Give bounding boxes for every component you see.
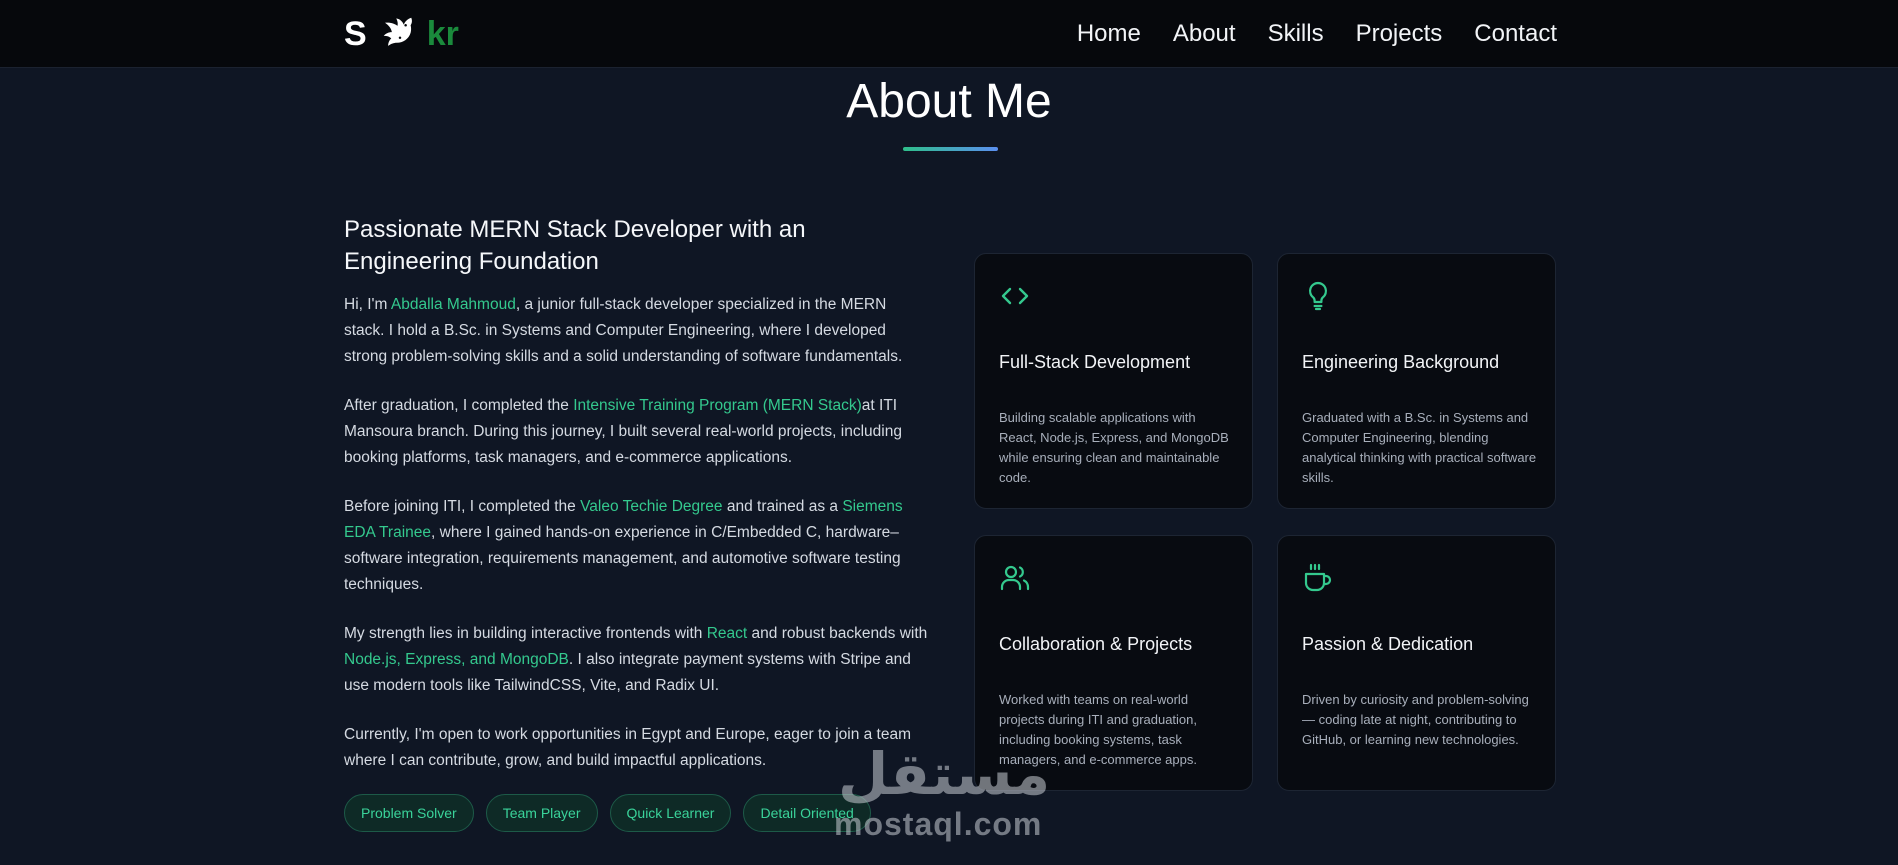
- highlight-name: Abdalla Mahmoud: [390, 296, 516, 313]
- logo-suffix: kr: [426, 14, 459, 53]
- about-heading: Passionate MERN Stack Developer with an …: [344, 216, 806, 275]
- tag-quick-learner: Quick Learner: [609, 794, 732, 832]
- dove-icon: [383, 17, 412, 46]
- highlight-react: React: [706, 625, 748, 642]
- tag-problem-solver: Problem Solver: [344, 794, 474, 832]
- card-title: Collaboration & Projects: [999, 634, 1193, 654]
- logo[interactable]: S kr: [344, 12, 459, 56]
- logo-letter: S: [344, 14, 367, 53]
- text: After graduation, I completed the: [344, 397, 574, 414]
- card-title: Passion & Dedication: [1302, 634, 1474, 654]
- text: Hi, I'm: [344, 296, 391, 313]
- mostaql-watermark: مستقل mostaql.com: [830, 740, 1070, 850]
- nav-link-contact[interactable]: Contact: [1474, 16, 1557, 52]
- card-fullstack: Full-Stack Development Building scalable…: [974, 253, 1253, 509]
- navbar: S kr Home About Skills Projects Contact: [0, 0, 1898, 68]
- card-text: Graduated with a B.Sc. in Systems and Co…: [1302, 410, 1537, 485]
- trait-tags: Problem Solver Team Player Quick Learner…: [344, 794, 871, 832]
- watermark-arabic: مستقل: [838, 740, 1051, 808]
- card-engineering: Engineering Background Graduated with a …: [1277, 253, 1556, 509]
- about-text: Passionate MERN Stack Developer with an …: [344, 214, 930, 797]
- text: and robust backends with: [747, 625, 928, 642]
- card-text: Driven by curiosity and problem-solving …: [1302, 692, 1529, 747]
- text: and trained as a: [722, 498, 843, 515]
- watermark-latin: mostaql.com: [834, 806, 1043, 842]
- card-title: Engineering Background: [1302, 352, 1500, 372]
- about-paragraph-3: Before joining ITI, I completed the Vale…: [344, 494, 930, 598]
- lightbulb-icon: [1308, 281, 1328, 311]
- highlight-valeo: Valeo Techie Degree: [580, 498, 723, 515]
- about-paragraph-2: After graduation, I completed the Intens…: [344, 393, 930, 471]
- card-title: Full-Stack Development: [999, 352, 1191, 372]
- about-paragraph-4: My strength lies in building interactive…: [344, 621, 930, 699]
- about-paragraph-1: Hi, I'm Abdalla Mahmoud, a junior full-s…: [344, 292, 930, 370]
- text: My strength lies in building interactive…: [344, 625, 707, 642]
- coffee-icon: [1304, 563, 1332, 592]
- nav-link-skills[interactable]: Skills: [1268, 16, 1324, 52]
- tag-team-player: Team Player: [485, 794, 598, 832]
- users-icon: [1000, 565, 1030, 591]
- main-nav: Home About Skills Projects Contact: [1077, 16, 1557, 52]
- nav-link-home[interactable]: Home: [1077, 16, 1141, 52]
- card-passion: Passion & Dedication Driven by curiosity…: [1277, 535, 1556, 791]
- card-text: Building scalable applications with Reac…: [999, 410, 1229, 485]
- nav-link-projects[interactable]: Projects: [1356, 16, 1443, 52]
- code-icon: [1001, 287, 1029, 305]
- page-title: About Me: [846, 75, 1052, 128]
- nav-link-about[interactable]: About: [1173, 16, 1236, 52]
- text: Before joining ITI, I completed the: [344, 498, 581, 515]
- highlight-backend: Node.js, Express, and MongoDB: [344, 651, 569, 668]
- highlight-program: Intensive Training Program (MERN Stack): [573, 397, 862, 414]
- title-underline: [903, 147, 998, 151]
